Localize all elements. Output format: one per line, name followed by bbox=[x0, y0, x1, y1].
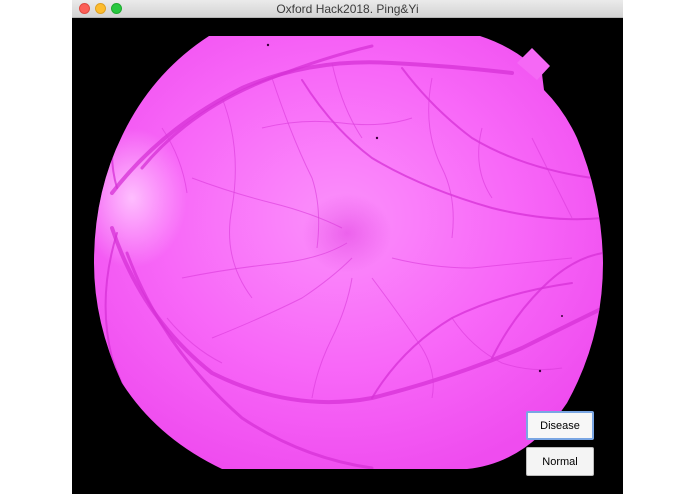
normal-button[interactable]: Normal bbox=[526, 447, 594, 476]
optic-disc bbox=[94, 128, 187, 268]
title-bar[interactable]: Oxford Hack2018. Ping&Yi bbox=[72, 0, 623, 18]
disease-button-label: Disease bbox=[540, 419, 580, 432]
macula bbox=[302, 193, 392, 273]
app-window: Oxford Hack2018. Ping&Yi Disease Normal bbox=[72, 0, 623, 494]
window-title: Oxford Hack2018. Ping&Yi bbox=[276, 2, 419, 16]
disease-button[interactable]: Disease bbox=[526, 411, 594, 440]
normal-button-label: Normal bbox=[542, 455, 578, 468]
